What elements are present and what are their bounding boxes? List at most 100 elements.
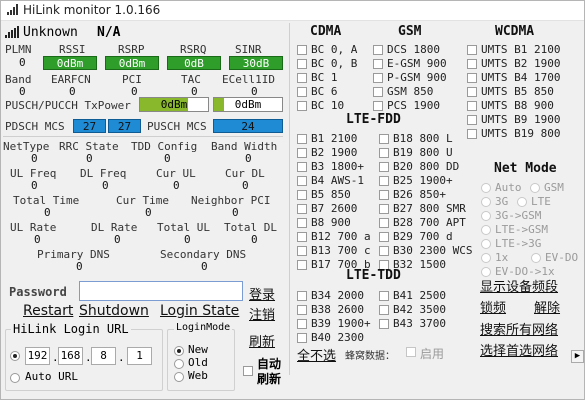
rrc-value: 0 [86, 152, 93, 165]
gsm-4-label: PCS 1900 [387, 99, 440, 112]
wcdma-5-label: UMTS B9 1900 [481, 113, 561, 126]
netmode-1x-radio[interactable] [481, 253, 491, 263]
pdsch-mcs-label: PDSCH MCS [5, 120, 65, 133]
lte-tdd-b39-checkbox[interactable] [297, 319, 307, 329]
lte-fdd-b13-checkbox[interactable] [297, 246, 307, 256]
lte-fdd-b7-checkbox[interactable] [297, 204, 307, 214]
netmode-gsm-label: GSM [544, 181, 564, 194]
search-all-networks-button[interactable]: 搜索所有网络 [480, 319, 558, 338]
gsm-3-label: GSM 850 [387, 85, 434, 98]
netmode-auto-radio[interactable] [481, 183, 491, 193]
show-bands-button[interactable]: 显示设备频段 [480, 276, 558, 295]
wcdma-0-checkbox[interactable] [467, 45, 477, 55]
lte-fdd-b29-label: B29 700 d [393, 230, 453, 243]
shutdown-button[interactable]: Shutdown [79, 303, 149, 319]
lte-fdd-b2-checkbox[interactable] [297, 148, 307, 158]
ip-octet-2[interactable]: 168 [58, 347, 83, 365]
wcdma-2-checkbox[interactable] [467, 73, 477, 83]
lte-fdd-b1-checkbox[interactable] [297, 134, 307, 144]
sinr-label: SINR [235, 43, 262, 56]
lte-tdd-b34-label: B34 2000 [311, 289, 364, 302]
lte-fdd-b26-checkbox[interactable] [379, 190, 389, 200]
rsrq-value: 0dB [167, 56, 221, 70]
lte-fdd-b8-label: B8 900 [311, 216, 351, 229]
wcdma-3-checkbox[interactable] [467, 87, 477, 97]
restart-button[interactable]: Restart [23, 303, 73, 319]
clear-all-button[interactable]: 全不选 [297, 345, 336, 364]
lte-tdd-b34-checkbox[interactable] [297, 291, 307, 301]
netmode-lte-gsm-radio[interactable] [481, 225, 491, 235]
lte-tdd-b38-checkbox[interactable] [297, 305, 307, 315]
gsm-1-checkbox[interactable] [373, 59, 383, 69]
wcdma-5-checkbox[interactable] [467, 115, 477, 125]
unlock-band-button[interactable]: 解除 [534, 297, 560, 316]
lte-fdd-b4-checkbox[interactable] [297, 176, 307, 186]
ip-octet-4[interactable]: 1 [127, 347, 152, 365]
netmode-lte-3g-radio[interactable] [481, 239, 491, 249]
lte-fdd-b12-checkbox[interactable] [297, 232, 307, 242]
gsm-2-checkbox[interactable] [373, 73, 383, 83]
lte-fdd-b25-checkbox[interactable] [379, 176, 389, 186]
cellular-data-label: 蜂窝数据： [345, 351, 395, 362]
lte-fdd-b27-checkbox[interactable] [379, 204, 389, 214]
enable-cellular-checkbox[interactable] [406, 347, 416, 357]
pusch-mcs-label: PUSCH MCS [147, 120, 207, 133]
mode-new-radio[interactable] [174, 346, 184, 356]
lte-fdd-b8-checkbox[interactable] [297, 218, 307, 228]
password-input[interactable] [79, 281, 243, 301]
lte-fdd-b5-checkbox[interactable] [297, 190, 307, 200]
lte-fdd-b19-checkbox[interactable] [379, 148, 389, 158]
scroll-right-button[interactable]: ▶ [571, 350, 584, 363]
gsm-4-checkbox[interactable] [373, 101, 383, 111]
auto-refresh-checkbox[interactable] [243, 366, 253, 376]
total-dl-value: 0 [251, 233, 258, 246]
gsm-header: GSM [398, 24, 422, 39]
lte-tdd-b40-checkbox[interactable] [297, 333, 307, 343]
lte-fdd-b28-checkbox[interactable] [379, 218, 389, 228]
ip-octet-3[interactable]: 8 [91, 347, 116, 365]
manual-url-radio[interactable] [10, 351, 20, 361]
mode-old-radio[interactable] [174, 359, 184, 369]
cdma-1-checkbox[interactable] [297, 59, 307, 69]
lte-tdd-b42-checkbox[interactable] [379, 305, 389, 315]
ip-octet-1[interactable]: 192 [25, 347, 50, 365]
login-button[interactable]: 登录 [249, 284, 275, 303]
rsrq-label: RSRQ [180, 43, 207, 56]
cdma-4-checkbox[interactable] [297, 101, 307, 111]
lte-tdd-b41-checkbox[interactable] [379, 291, 389, 301]
gsm-3-checkbox[interactable] [373, 87, 383, 97]
lte-tdd-b43-checkbox[interactable] [379, 319, 389, 329]
auto-url-radio[interactable] [10, 373, 20, 383]
wcdma-1-checkbox[interactable] [467, 59, 477, 69]
cdma-3-checkbox[interactable] [297, 87, 307, 97]
lte-fdd-b20-label: B20 800 DD [393, 160, 460, 173]
lte-fdd-b18-checkbox[interactable] [379, 134, 389, 144]
gsm-0-checkbox[interactable] [373, 45, 383, 55]
lte-tdd-b40-label: B40 2300 [311, 331, 364, 344]
mode-web-radio[interactable] [174, 372, 184, 382]
logout-button[interactable]: 注销 [249, 304, 275, 323]
netmode-3g-gsm-label: 3G->GSM [495, 209, 542, 222]
wcdma-4-checkbox[interactable] [467, 101, 477, 111]
select-preferred-network-button[interactable]: 选择首选网络 [480, 340, 558, 359]
lte-fdd-b3-checkbox[interactable] [297, 162, 307, 172]
refresh-button[interactable]: 刷新 [249, 331, 275, 350]
lte-fdd-b20-checkbox[interactable] [379, 162, 389, 172]
login-state-button[interactable]: Login State [160, 303, 239, 319]
ul-freq-value: 0 [31, 179, 38, 192]
wcdma-6-checkbox[interactable] [467, 129, 477, 139]
wcdma-2-label: UMTS B4 1700 [481, 71, 561, 84]
lte-fdd-b17-checkbox[interactable] [297, 260, 307, 270]
cdma-0-checkbox[interactable] [297, 45, 307, 55]
lte-fdd-b29-checkbox[interactable] [379, 232, 389, 242]
lte-fdd-b30-checkbox[interactable] [379, 246, 389, 256]
netmode-3g-radio[interactable] [481, 197, 491, 207]
netmode-lte-radio[interactable] [517, 197, 527, 207]
earfcn-value: 0 [69, 85, 76, 98]
cdma-2-checkbox[interactable] [297, 73, 307, 83]
netmode-gsm-radio[interactable] [530, 183, 540, 193]
netmode-ev-do-radio[interactable] [531, 253, 541, 263]
lock-band-button[interactable]: 锁频 [480, 297, 506, 316]
bandwidth-value: 0 [245, 152, 252, 165]
netmode-3g-gsm-radio[interactable] [481, 211, 491, 221]
